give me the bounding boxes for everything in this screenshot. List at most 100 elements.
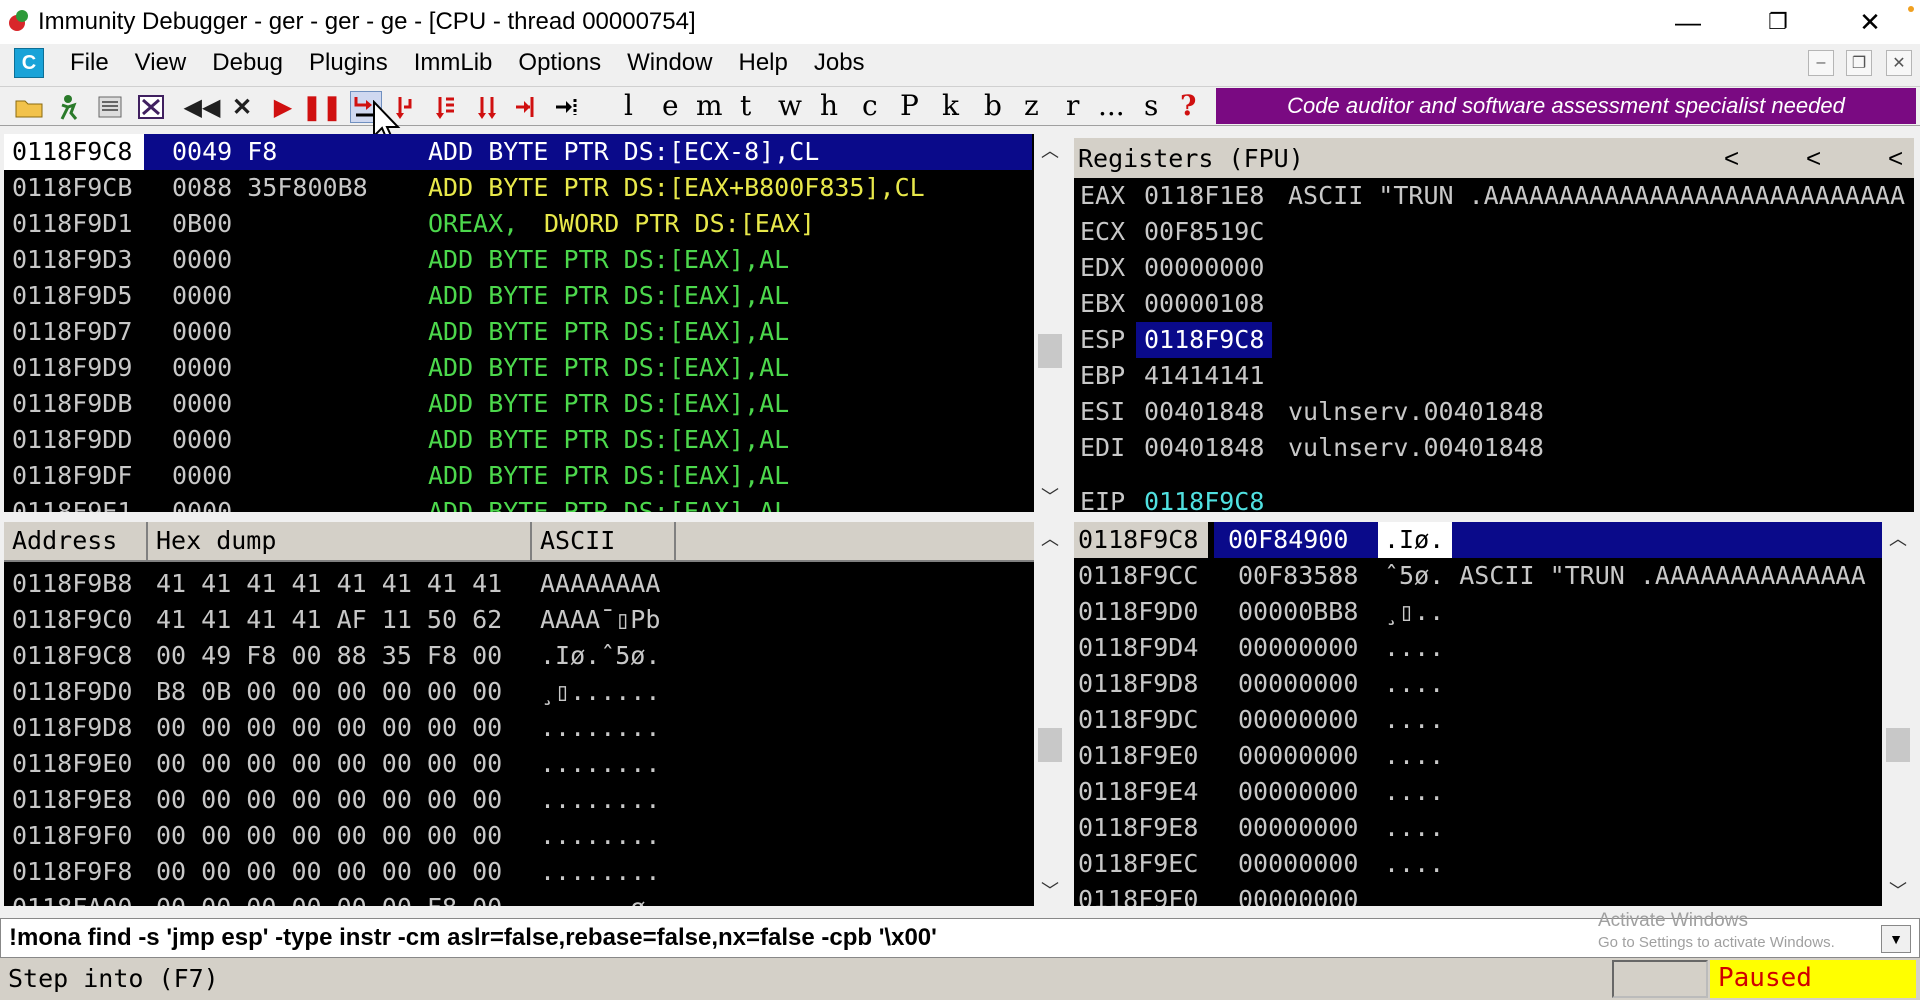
tool-k[interactable]: k (942, 89, 959, 122)
tool-c[interactable]: c (862, 89, 878, 122)
dump-address: 0118F9D8 (12, 713, 133, 742)
registers-header: Registers (FPU) < < < (1074, 138, 1914, 178)
trace-into-icon[interactable] (432, 91, 462, 123)
stack-pane[interactable]: 0118F9C8 00F84900 .Iø. 0118F9CC 00F83588… (1074, 522, 1882, 906)
tool-t[interactable]: t (740, 89, 751, 122)
register-name: ESP (1080, 325, 1126, 354)
disasm-row[interactable]: 0118F9C8 0049 F8 ADD BYTE PTR DS:[ECX-8]… (4, 134, 1032, 170)
help-icon[interactable]: ? (1180, 89, 1196, 122)
pause-icon[interactable]: ❚❚ (302, 91, 342, 123)
register-name: ESI (1080, 397, 1126, 426)
modules-icon[interactable] (134, 91, 168, 123)
dump-col-hex[interactable]: Hex dump (148, 522, 532, 562)
scroll-thumb[interactable] (1038, 728, 1062, 762)
scroll-down-icon[interactable]: ﹀ (1034, 874, 1066, 906)
register-value: 00401848 (1144, 397, 1265, 426)
restart-run-icon[interactable] (52, 91, 86, 123)
chevron-down-icon[interactable]: ▼ (1881, 925, 1911, 953)
cpu-window-icon[interactable]: C (14, 48, 44, 78)
close-button[interactable]: ✕ (1830, 0, 1910, 44)
minimize-button[interactable]: — (1648, 0, 1728, 44)
tool-b[interactable]: b (984, 89, 1002, 122)
dump-ascii: ¸▯...... (540, 677, 661, 706)
tool-z[interactable]: z (1024, 89, 1039, 122)
menu-immlib[interactable]: ImmLib (414, 49, 493, 77)
stack-address: 0118F9E4 (1078, 777, 1199, 806)
registers-pane[interactable]: EAX 0118F1E8 ASCII "TRUN .AAAAAAAAAAAAAA… (1074, 178, 1914, 512)
disasm-hex: 0000 (172, 353, 233, 382)
tool-h[interactable]: h (820, 89, 838, 122)
scroll-up-icon[interactable]: ︿ (1034, 134, 1066, 166)
menu-plugins[interactable]: Plugins (309, 49, 388, 77)
menu-options[interactable]: Options (518, 49, 601, 77)
log-window-icon[interactable] (94, 91, 126, 123)
execute-till-return-icon[interactable] (510, 91, 540, 123)
menu-window[interactable]: Window (627, 49, 712, 77)
registers-nav-left-3[interactable]: < (1888, 143, 1903, 174)
registers-title[interactable]: Registers (FPU) (1078, 144, 1304, 173)
dump-col-ascii[interactable]: ASCII (532, 522, 676, 562)
stack-scrollbar[interactable]: ︿ ﹀ (1882, 522, 1914, 906)
status-empty-box (1612, 960, 1708, 998)
scroll-thumb[interactable] (1886, 728, 1910, 762)
close-process-icon[interactable]: ✕ (228, 91, 256, 123)
register-value: 0118F1E8 (1144, 181, 1265, 210)
tool-e[interactable]: e (662, 89, 679, 122)
disasm-address: 0118F9DD (12, 425, 133, 454)
tool-l[interactable]: l (624, 89, 633, 122)
status-hint: Step into (F7) (8, 964, 219, 993)
dump-hex: 41 41 41 41 AF 11 50 62 (156, 605, 503, 634)
menu-file[interactable]: File (70, 49, 109, 77)
scroll-up-icon[interactable]: ︿ (1882, 522, 1914, 554)
menu-debug[interactable]: Debug (212, 49, 283, 77)
disasm-hex: 0088 35F800B8 (172, 173, 368, 202)
open-folder-icon[interactable] (12, 91, 46, 123)
tool-p[interactable]: P (900, 89, 919, 122)
stack-comment: .... (1384, 741, 1445, 770)
scroll-thumb[interactable] (1038, 334, 1062, 368)
dump-pane[interactable]: 0118F9B8 41 41 41 41 41 41 41 41 AAAAAAA… (4, 562, 1034, 906)
restore-button[interactable]: ❐ (1738, 0, 1818, 44)
scroll-down-icon[interactable]: ﹀ (1882, 874, 1914, 906)
disasm-instruction: ADD BYTE PTR DS:[EAX+B800F835],CL (428, 173, 925, 202)
disasm-mnemonic: OR (428, 209, 459, 238)
trace-over-icon[interactable] (472, 91, 502, 123)
ad-banner[interactable]: Code auditor and software assessment spe… (1216, 88, 1916, 124)
menu-help[interactable]: Help (738, 49, 787, 77)
disassembly-pane[interactable]: 0118F9C8 0049 F8 ADD BYTE PTR DS:[ECX-8]… (4, 134, 1034, 512)
run-icon[interactable]: ▶ (270, 91, 296, 123)
register-comment: vulnserv.00401848 (1288, 433, 1544, 462)
rewind-icon[interactable]: ◀◀ (184, 91, 221, 123)
mdi-restore-button[interactable]: ❐ (1846, 50, 1872, 76)
stack-row[interactable]: 0118F9C8 00F84900 .Iø. (1074, 522, 1882, 558)
tool-ellipsis[interactable]: ... (1098, 89, 1125, 122)
title-bar: Immunity Debugger - ger - ger - ge - [CP… (0, 0, 1920, 44)
dump-hex: 00 00 00 00 00 00 00 00 (156, 821, 503, 850)
register-value: 00401848 (1144, 433, 1265, 462)
scroll-up-icon[interactable]: ︿ (1034, 522, 1066, 554)
mdi-minimize-button[interactable]: – (1808, 50, 1834, 76)
registers-nav-left-2[interactable]: < (1806, 143, 1821, 174)
disasm-scrollbar[interactable]: ︿ ﹀ (1034, 134, 1066, 512)
command-input[interactable]: !mona find -s 'jmp esp' -type instr -cm … (9, 919, 937, 957)
menu-jobs[interactable]: Jobs (814, 49, 865, 77)
dump-col-address[interactable]: Address (4, 522, 148, 562)
dump-col-filler (676, 522, 1034, 562)
stack-comment: ˆ5ø. ASCII "TRUN .AAAAAAAAAAAAAA (1384, 561, 1866, 590)
disasm-instruction: ADD BYTE PTR DS:[EAX],AL (428, 245, 790, 274)
tool-w[interactable]: w (778, 89, 802, 122)
disasm-address: 0118F9C8 (4, 134, 144, 170)
dump-ascii: AAAAAAAA (540, 569, 661, 598)
tool-r[interactable]: r (1066, 89, 1079, 122)
stack-address: 0118F9C8 (1074, 522, 1208, 558)
scroll-down-icon[interactable]: ﹀ (1034, 480, 1066, 512)
registers-nav-left-1[interactable]: < (1724, 143, 1739, 174)
dump-scrollbar[interactable]: ︿ ﹀ (1034, 522, 1066, 906)
tool-m[interactable]: m (696, 89, 723, 122)
disasm-hex: 0000 (172, 461, 233, 490)
tool-s[interactable]: s (1144, 89, 1158, 122)
go-to-address-icon[interactable] (550, 91, 582, 123)
mdi-close-button[interactable]: ✕ (1886, 50, 1912, 76)
disasm-hex: 0B00 (172, 209, 233, 238)
menu-view[interactable]: View (135, 49, 187, 77)
